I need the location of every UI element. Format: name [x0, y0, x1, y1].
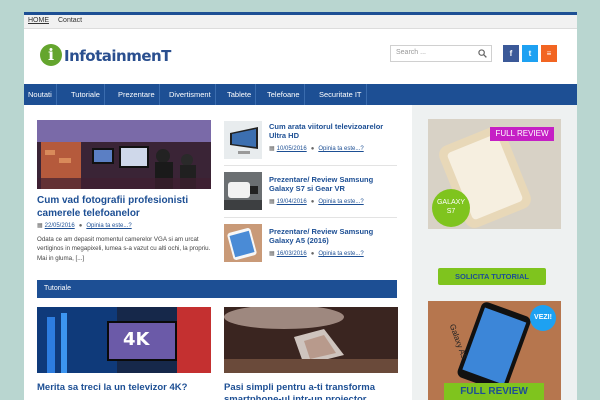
4k-badge: 4K [123, 329, 150, 350]
calendar-icon: ▦ [269, 199, 275, 205]
search-icon[interactable] [478, 49, 487, 58]
twitter-icon[interactable]: t [522, 45, 538, 62]
section-label: Tutoriale [44, 285, 71, 292]
side-post-meta-2: ▦ 19/04/2016 ● Opinia ta este...? [269, 198, 364, 205]
comment-icon: ● [310, 251, 315, 257]
calendar-icon: ▦ [269, 251, 275, 257]
side-post-image-3[interactable] [224, 224, 262, 262]
side-post-image-1[interactable] [224, 121, 262, 159]
sidebar: FULL REVIEW GALAXY S7 SOLICITA TUTORIAL … [412, 105, 577, 400]
featured-image[interactable] [37, 120, 211, 189]
vezi-badge: VEZI! [530, 305, 556, 331]
comment-icon: ● [78, 223, 83, 229]
side-post-comments-2[interactable]: Opinia ta este...? [318, 199, 363, 205]
side-post-title-2[interactable]: Prezentare/ Review Samsung Galaxy S7 si … [269, 175, 397, 194]
logo-icon: i [40, 44, 62, 66]
rss-icon[interactable]: ≡ [541, 45, 557, 62]
side-post-title-3[interactable]: Prezentare/ Review Samsung Galaxy A5 (20… [269, 227, 397, 246]
comment-icon: ● [310, 146, 315, 152]
side-post-meta-3: ▦ 16/03/2016 ● Opinia ta este...? [269, 250, 364, 257]
top-link-contact[interactable]: Contact [58, 17, 82, 24]
calendar-icon: ▦ [37, 223, 43, 229]
search-placeholder: Search ... [396, 49, 426, 56]
bottom-post-image-1[interactable]: 4K [37, 307, 211, 373]
page-wrapper: HOME Contact i InfotainmenT Search ... f… [24, 12, 577, 400]
featured-title[interactable]: Cum vad fotografii profesionisti camerel… [37, 195, 215, 220]
nav-item-divertisment[interactable]: Divertisment [165, 84, 216, 105]
featured-date[interactable]: 22/05/2016 [45, 223, 75, 229]
review-card-galaxy-s7[interactable]: FULL REVIEW GALAXY S7 [428, 119, 561, 229]
top-link-home[interactable]: HOME [28, 17, 49, 24]
logo-text: InfotainmenT [64, 47, 171, 65]
galaxy-s7-badge: GALAXY S7 [432, 189, 470, 227]
divider [224, 165, 397, 166]
side-post-meta-1: ▦ 10/05/2016 ● Opinia ta este...? [269, 145, 364, 152]
search-input[interactable]: Search ... [390, 45, 492, 62]
side-post-date-1[interactable]: 10/05/2016 [277, 146, 307, 152]
nav-item-prezentare[interactable]: Prezentare [114, 84, 160, 105]
side-post-date-3[interactable]: 16/03/2016 [277, 251, 307, 257]
full-review-banner: FULL REVIEW [444, 383, 544, 400]
side-post-comments-1[interactable]: Opinia ta este...? [318, 146, 363, 152]
request-tutorial-button[interactable]: SOLICITA TUTORIAL [438, 268, 546, 285]
full-review-badge: FULL REVIEW [490, 127, 554, 141]
review-card-galaxy-a5[interactable]: Galaxy A5 VEZI! FULL REVIEW [428, 301, 561, 400]
facebook-icon[interactable]: f [503, 45, 519, 62]
nav-item-securitate-it[interactable]: Securitate IT [315, 84, 367, 105]
nav-item-tablete[interactable]: Tablete [223, 84, 257, 105]
main-nav: Noutati Tutoriale Prezentare Divertismen… [24, 84, 577, 105]
bottom-post-title-2[interactable]: Pasi simpli pentru a-ti transforma smart… [224, 382, 402, 400]
side-post-image-2[interactable] [224, 172, 262, 210]
side-post-comments-3[interactable]: Opinia ta este...? [318, 251, 363, 257]
comment-icon: ● [310, 199, 315, 205]
featured-excerpt: Odata ce am depasit momentul camerelor V… [37, 236, 211, 262]
nav-item-telefoane[interactable]: Telefoane [263, 84, 305, 105]
featured-comments[interactable]: Opinia ta este...? [86, 223, 131, 229]
featured-meta: ▦ 22/05/2016 ● Opinia ta este...? [37, 222, 132, 229]
section-header-tutoriale[interactable]: Tutoriale [37, 280, 397, 298]
nav-item-tutoriale[interactable]: Tutoriale [67, 84, 105, 105]
divider [224, 217, 397, 218]
bottom-post-image-2[interactable] [224, 307, 398, 373]
side-post-date-2[interactable]: 19/04/2016 [277, 199, 307, 205]
calendar-icon: ▦ [269, 146, 275, 152]
side-post-title-1[interactable]: Cum arata viitorul televizoarelor Ultra … [269, 122, 397, 141]
bottom-post-title-1[interactable]: Merita sa treci la un televizor 4K? [37, 382, 215, 394]
top-bar: HOME Contact [24, 15, 577, 29]
nav-item-noutati[interactable]: Noutati [24, 84, 57, 105]
